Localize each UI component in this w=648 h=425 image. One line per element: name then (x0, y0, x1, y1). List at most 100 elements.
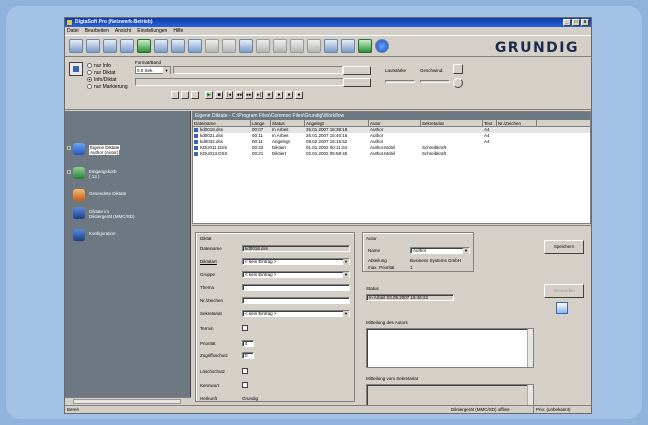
zugriffsschutz-input[interactable]: 0 (242, 352, 254, 359)
send-button[interactable]: Versenden (544, 284, 584, 298)
disabled-button[interactable] (343, 66, 371, 75)
speed-slider[interactable] (420, 80, 450, 83)
col-nr-zeichen[interactable]: Nr./Zeichen (497, 120, 537, 126)
print-icon[interactable] (239, 39, 253, 53)
play-icon[interactable]: ▶ (205, 91, 213, 99)
users-icon[interactable] (324, 39, 338, 53)
help-icon[interactable] (375, 39, 389, 53)
col-angelegt[interactable]: Angelegt (305, 120, 369, 126)
note-icon[interactable] (307, 39, 321, 53)
maximize-button[interactable]: □ (572, 19, 580, 26)
scroll-thumb[interactable] (73, 399, 181, 404)
sekretariat-select[interactable]: < kein Eintrag > (242, 310, 350, 317)
col-dateiname[interactable]: Dateiname (193, 120, 251, 126)
marker-icon[interactable]: ● (295, 91, 303, 99)
copy-icon[interactable] (205, 39, 219, 53)
paste-icon[interactable] (222, 39, 236, 53)
menu-hilfe[interactable]: Hilfe (173, 27, 183, 35)
menu-bearbeiten[interactable]: Bearbeiten (85, 27, 109, 35)
mark-button-3[interactable] (191, 91, 199, 99)
sidebar-sublabel: ( 13 ) (89, 174, 100, 179)
record-icon[interactable]: ● (265, 91, 273, 99)
file-row[interactable]: KDU013.DSS 00:21 Diktiert 02.01.2002 05:… (193, 151, 590, 157)
sidebar-item-konfiguration[interactable]: Konfiguration (73, 229, 149, 241)
insert-icon[interactable]: ● (275, 91, 283, 99)
mark-button-1[interactable] (171, 91, 179, 99)
configuration-icon (73, 229, 85, 241)
termin-label: Termin (200, 326, 214, 331)
minimize-button[interactable]: _ (563, 19, 571, 26)
save-button[interactable]: Speichern (544, 240, 584, 254)
cd-icon[interactable] (103, 39, 117, 53)
mitteilung-autor-textarea[interactable] (366, 328, 534, 368)
prioritaet-input[interactable]: 4 (242, 340, 254, 347)
settings-button[interactable] (453, 64, 463, 74)
disk-icon[interactable] (120, 39, 134, 53)
user-icon (73, 143, 85, 155)
disabled-button-2[interactable] (343, 78, 371, 87)
mark-button-2[interactable] (181, 91, 189, 99)
document-icon[interactable] (188, 39, 202, 53)
sidebar-item-eingangskorb[interactable]: Eingangskorb ( 13 ) (67, 167, 149, 179)
radio-label: nur Markierung (94, 83, 128, 90)
col-sekretariat[interactable]: Sekretariat (421, 120, 483, 126)
open-icon[interactable] (86, 39, 100, 53)
diktatart-select[interactable]: < kein Eintrag > (242, 258, 350, 265)
expand-icon[interactable] (67, 146, 71, 150)
position-slider[interactable] (135, 78, 345, 86)
col-autor[interactable]: Autor (369, 120, 421, 126)
sidebar-item-diktiergeraet[interactable]: Diktate im Diktiergerät (MMC/SD) (73, 207, 149, 219)
diktatart-label: Diktatart (200, 259, 217, 264)
mitteilung-sekretariat-textarea (366, 384, 534, 406)
stop-icon[interactable]: ■ (215, 91, 223, 99)
textarea-scrollbar[interactable] (527, 385, 533, 405)
col-text[interactable]: Text (483, 120, 497, 126)
overwrite-icon[interactable]: ● (285, 91, 293, 99)
forward-icon[interactable] (171, 39, 185, 53)
sidebar-item-eigene-diktate[interactable]: Eigene Diktate Author (Autor) (67, 143, 149, 155)
rewind-icon[interactable]: ◂◂ (235, 91, 243, 99)
thema-input[interactable] (242, 284, 350, 291)
app-icon (67, 20, 72, 25)
nr-zeichen-input[interactable] (242, 297, 350, 304)
record-mode-icon[interactable] (69, 62, 83, 76)
menu-ansicht[interactable]: Ansicht (115, 27, 131, 35)
expand-icon[interactable] (67, 170, 71, 174)
position-select[interactable]: 0.0 Sek. (135, 66, 171, 74)
loeschschutz-checkbox[interactable] (242, 368, 248, 374)
receive-icon[interactable] (154, 39, 168, 53)
attachment-icon[interactable] (556, 302, 568, 314)
col-status[interactable]: Status (271, 120, 305, 126)
tools-icon[interactable] (358, 39, 372, 53)
sidebar-scrollbar[interactable] (65, 397, 191, 405)
textarea-scrollbar[interactable] (527, 329, 533, 367)
skip-start-icon[interactable]: |◂ (225, 91, 233, 99)
volume-slider[interactable] (385, 80, 415, 83)
termin-checkbox[interactable] (242, 325, 248, 331)
grid-icon[interactable] (256, 39, 270, 53)
close-button[interactable]: x (581, 19, 589, 26)
skip-end-icon[interactable]: ▸| (255, 91, 263, 99)
kennwort-checkbox[interactable] (242, 382, 248, 388)
cut-icon[interactable] (273, 39, 287, 53)
text-icon[interactable] (290, 39, 304, 53)
radio-nur-markierung[interactable] (87, 84, 92, 89)
name-select[interactable]: Author (410, 247, 470, 254)
reset-button[interactable] (453, 78, 463, 88)
send-icon[interactable] (137, 39, 151, 53)
max-prioritaet-value: 1 (410, 265, 413, 270)
network-icon[interactable] (341, 39, 355, 53)
gruppe-select[interactable]: < kein Eintrag > (242, 271, 350, 278)
menu-datei[interactable]: Datei (67, 27, 79, 35)
radio-label: nur Info (94, 62, 111, 69)
fast-forward-icon[interactable]: ▸▸ (245, 91, 253, 99)
radio-nur-info[interactable] (87, 63, 92, 68)
radio-nur-diktat[interactable] (87, 70, 92, 75)
new-dictation-icon[interactable] (69, 39, 83, 53)
gruppe-label: Gruppe (200, 272, 216, 277)
menu-einstellungen[interactable]: Einstellungen (137, 27, 167, 35)
col-laenge[interactable]: Länge (251, 120, 271, 126)
radio-info-diktat[interactable] (87, 77, 92, 82)
loeschschutz-label: Löschschutz (200, 369, 226, 374)
sidebar-item-gesendete[interactable]: Gesendete Diktate (73, 189, 149, 201)
